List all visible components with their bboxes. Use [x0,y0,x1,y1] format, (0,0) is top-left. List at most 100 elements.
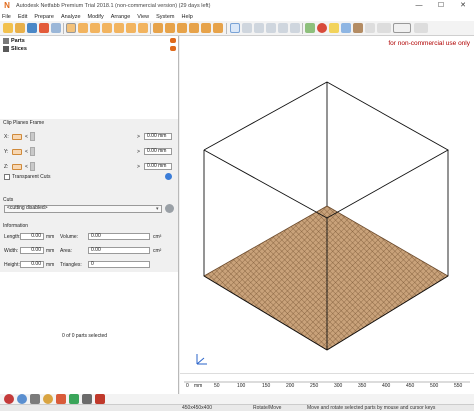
zoom-fit-icon[interactable] [153,23,163,33]
chevron-down-icon: ▾ [156,206,159,212]
new-project-icon[interactable] [3,23,13,33]
minimize-button[interactable]: — [408,0,430,12]
transparency-icon[interactable] [341,23,351,33]
settings-icon[interactable] [365,23,375,33]
menu-analyze[interactable]: Analyze [61,14,81,20]
parts-options-icon[interactable] [170,38,176,43]
ruler-tick-label: 50 [214,383,220,389]
clip-z-input[interactable]: 0.00 mm [144,163,172,170]
area-label: Area: [60,248,72,254]
add-part-icon[interactable] [39,23,49,33]
globe-icon[interactable] [17,394,27,404]
select-cursor-icon[interactable] [230,23,240,33]
tree-item-parts[interactable]: Parts [3,37,25,45]
status-mode: Rotate/Move [253,405,282,411]
height-label: Height: [4,262,20,268]
highlight-icon[interactable] [329,23,339,33]
close-button[interactable]: ✕ [452,0,474,12]
toolbar-separator [150,23,151,34]
left-panel: Parts Slices Clip Planes Frame X: < > 0.… [0,36,179,394]
center-view-icon[interactable] [201,23,211,33]
menu-prepare[interactable]: Prepare [34,14,54,20]
toolbar-separator [302,23,303,34]
volume-unit: cm³ [153,234,162,240]
color-mode-icon[interactable] [317,23,327,33]
clip-z-slider[interactable] [30,162,35,171]
menu-system[interactable]: System [156,14,174,20]
rotate-tool-icon[interactable] [242,23,252,33]
clip-y-slider[interactable] [30,147,35,156]
slices-options-icon[interactable] [170,46,176,51]
clip-x-color-icon[interactable] [12,134,22,140]
triangles-value: 0 [88,261,150,268]
section-header: Information [3,223,29,229]
pdf-icon[interactable] [95,394,105,404]
clip-x-input[interactable]: 0.00 mm [144,133,172,140]
width-value: 0.00 [20,247,44,254]
maximize-button[interactable]: ☐ [430,0,452,12]
menu-help[interactable]: Help [181,14,192,20]
repair-icon[interactable] [56,394,66,404]
save-icon[interactable] [27,23,37,33]
view-front-icon[interactable] [102,23,112,33]
zoom-selection-icon[interactable] [165,23,175,33]
refresh-icon[interactable] [165,173,172,180]
status-dimensions: 450x450x400 [182,405,213,411]
menu-modify[interactable]: Modify [88,14,104,20]
view-back-icon[interactable] [114,23,124,33]
shading-icon[interactable] [305,23,315,33]
measure-tool-icon[interactable] [278,23,288,33]
title-bar: N Autodesk Netfabb Premium Trial 2018.1 … [0,0,474,12]
view-bottom-icon[interactable] [90,23,100,33]
ruler-tick-label: 400 [382,383,391,389]
clip-z-color-icon[interactable] [12,164,22,170]
menu-arrange[interactable]: Arrange [111,14,131,20]
view-default-icon[interactable] [66,23,76,33]
dropdown-chevron-icon[interactable] [377,23,391,33]
cuts-section: Cuts <cutting disabled> ▾ [0,196,178,221]
print-icon[interactable] [82,394,92,404]
clipboard-icon[interactable] [69,394,79,404]
cuts-select[interactable]: <cutting disabled> [4,205,162,213]
view-left-icon[interactable] [126,23,136,33]
zoom-out-icon[interactable] [189,23,199,33]
height-unit: mm [46,262,55,268]
clip-y-gt: > [137,149,140,155]
tree-item-slices[interactable]: Slices [3,45,27,53]
clip-z-lt: < [25,164,28,170]
platform-icon[interactable] [353,23,363,33]
volume-label: Volume: [60,234,79,240]
pan-tool-icon[interactable] [266,23,276,33]
display-options-icon[interactable] [414,23,428,33]
menu-view[interactable]: View [137,14,149,20]
view-top-icon[interactable] [78,23,88,33]
search-icon[interactable] [213,23,223,33]
cut-tool-icon[interactable] [165,204,174,213]
menu-edit[interactable]: Edit [18,14,27,20]
move-tool-icon[interactable] [254,23,264,33]
grid-tool-icon[interactable] [290,23,300,33]
lifebuoy-icon[interactable] [4,394,14,404]
open-project-icon[interactable] [15,23,25,33]
transparent-cuts-checkbox[interactable] [4,174,10,180]
ruler: 0 mm 50 100 150 200 250 300 350 400 450 … [180,373,474,394]
bottom-toolbar [0,394,474,404]
ruler-tick-label: 300 [334,383,343,389]
clip-x-slider[interactable] [30,132,35,141]
length-value: 0.00 [20,233,44,240]
menu-file[interactable]: File [2,14,11,20]
view-right-icon[interactable] [138,23,148,33]
3d-viewport[interactable]: for non-commercial use only [180,36,474,373]
label-toggle-icon[interactable] [393,23,411,33]
axis-indicator [196,354,207,365]
clip-y-input[interactable]: 0.00 mm [144,148,172,155]
build-plate [203,205,449,351]
coin-icon[interactable] [43,394,53,404]
status-hint: Move and rotate selected parts by mouse … [307,405,436,411]
support-icon[interactable] [30,394,40,404]
clip-y-color-icon[interactable] [12,149,22,155]
zoom-in-icon[interactable] [177,23,187,33]
export-icon[interactable] [51,23,61,33]
ruler-tick-label: 100 [237,383,246,389]
triangles-label: Triangles: [60,262,82,268]
